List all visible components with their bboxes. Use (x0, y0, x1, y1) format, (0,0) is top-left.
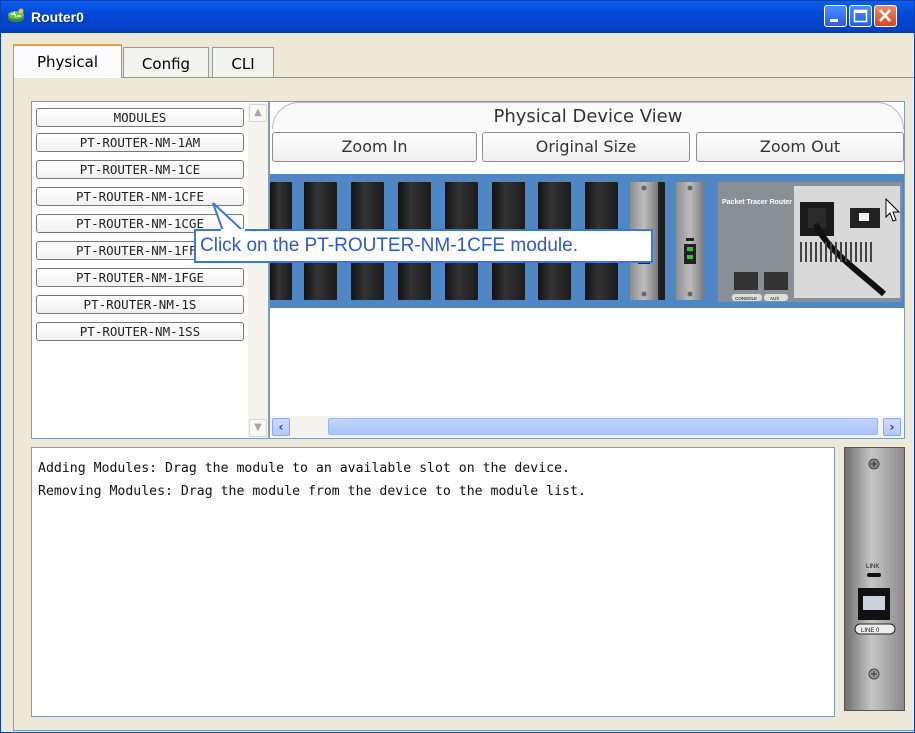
module-preview-image: LINK LINE 0 (854, 458, 896, 680)
router-back-panel: Packet Tracer Router CONSOLE AUX (716, 174, 904, 308)
device-view-title: Physical Device View (493, 106, 683, 127)
instruction-adding: Adding Modules: Drag the module to an av… (38, 461, 570, 476)
zoom-out-button[interactable]: Zoom Out (696, 132, 904, 162)
minimize-button[interactable] (824, 5, 847, 27)
close-icon (879, 9, 891, 22)
module-list: MODULES PT-ROUTER-NM-1AM PT-ROUTER-NM-1C… (31, 101, 269, 439)
router-app-icon (8, 8, 24, 22)
mouse-pointer-icon (885, 198, 901, 222)
original-size-button[interactable]: Original Size (482, 132, 690, 162)
scroll-up-button[interactable]: ▲ (249, 104, 267, 122)
module-link-label: LINK (866, 564, 879, 570)
instruction-tooltip: Click on the PT-ROUTER-NM-1CFE module. (194, 229, 653, 263)
tab-physical[interactable]: Physical (13, 44, 122, 78)
instruction-removing: Removing Modules: Drag the module from t… (38, 484, 586, 499)
aux-port-label: AUX (770, 296, 779, 301)
console-port-label: CONSOLE (735, 296, 757, 301)
tab-config-label: Config (141, 55, 191, 73)
module-port-label: LINE 0 (861, 628, 880, 634)
maximize-button[interactable] (849, 5, 872, 27)
maximize-icon (853, 9, 868, 23)
module-port-icon (684, 185, 696, 297)
scroll-right-button[interactable]: › (883, 418, 901, 436)
device-view-scrollbar[interactable]: ‹ › (270, 416, 904, 438)
module-preview: LINK LINE 0 (844, 447, 905, 711)
router-label: Packet Tracer Router (722, 199, 792, 206)
instructions-panel: Adding Modules: Drag the module to an av… (31, 447, 835, 717)
module-item-nm-1ss[interactable]: PT-ROUTER-NM-1SS (36, 322, 244, 341)
title-bar: Router0 (1, 1, 914, 33)
power-supply-vents (800, 242, 872, 262)
physical-device-view: Physical Device View Zoom In Original Si… (269, 101, 905, 439)
scroll-down-icon: ▼ (254, 422, 262, 433)
tab-cli-label: CLI (231, 55, 255, 73)
scroll-left-button[interactable]: ‹ (272, 418, 290, 436)
scroll-right-icon: › (889, 420, 895, 434)
module-item-nm-1am[interactable]: PT-ROUTER-NM-1AM (36, 133, 244, 152)
module-list-header: MODULES (36, 108, 244, 127)
scroll-left-icon: ‹ (278, 420, 284, 434)
tab-config[interactable]: Config (123, 47, 209, 77)
module-list-scrollbar[interactable]: ▲ ▼ (248, 103, 268, 438)
window-title: Router0 (31, 9, 84, 25)
module-item-nm-1s[interactable]: PT-ROUTER-NM-1S (36, 295, 244, 314)
tooltip-pointer (212, 202, 246, 233)
module-item-nm-1fge[interactable]: PT-ROUTER-NM-1FGE (36, 268, 244, 287)
close-button[interactable] (874, 5, 897, 27)
module-item-nm-1ce[interactable]: PT-ROUTER-NM-1CE (36, 160, 244, 179)
scroll-up-icon: ▲ (254, 107, 262, 118)
device-view-header: Physical Device View (272, 102, 904, 129)
tab-physical-label: Physical (36, 53, 99, 71)
scroll-down-button[interactable]: ▼ (249, 419, 267, 437)
router-window: Router0 Physical Config CLI MODULES PT-R… (0, 0, 915, 733)
zoom-in-button[interactable]: Zoom In (272, 132, 477, 162)
scrollbar-thumb[interactable] (328, 418, 878, 435)
minimize-icon (830, 19, 838, 22)
tab-cli[interactable]: CLI (212, 47, 274, 77)
installed-module[interactable] (676, 182, 704, 300)
